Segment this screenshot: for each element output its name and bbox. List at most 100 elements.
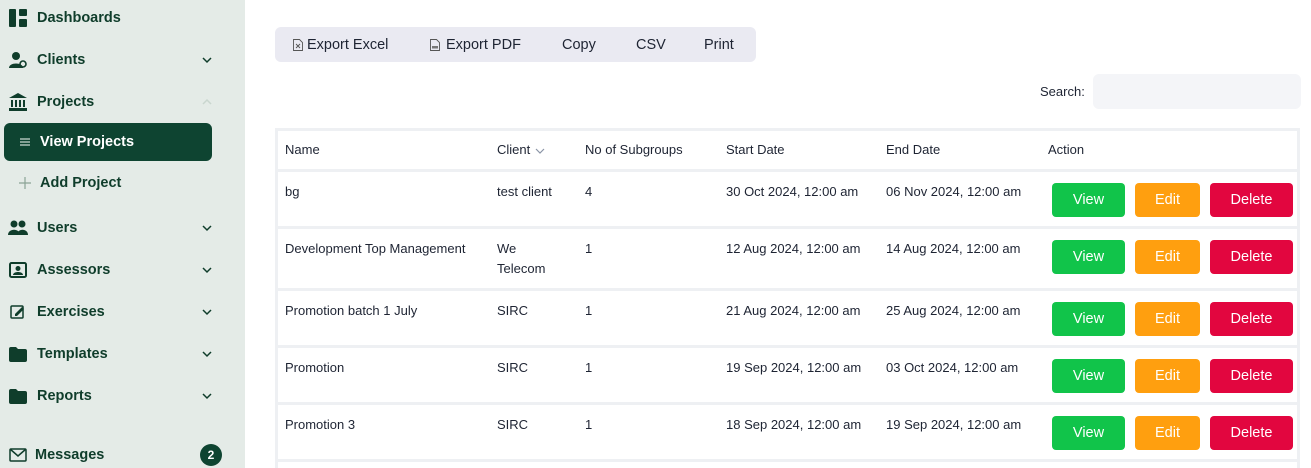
bank-icon [8,92,28,112]
header-action: Action [1048,142,1085,157]
cell-name: Promotion 3 [285,417,356,432]
csv-button[interactable]: CSV [636,27,666,62]
header-name[interactable]: Name [285,140,320,160]
csv-label: CSV [636,36,666,53]
list-icon [20,138,30,146]
view-button[interactable]: View [1052,302,1125,336]
excel-file-icon [293,38,303,51]
cell-client: test client [497,184,552,199]
print-label: Print [704,36,734,53]
header-start-date[interactable]: Start Date [726,140,785,160]
cell-end-date: 25 Aug 2024, 12:00 am [886,303,1021,318]
cell-subgroups: 1 [585,241,593,256]
nav-dashboards[interactable]: Dashboards [0,3,245,33]
delete-button[interactable]: Delete [1210,416,1293,450]
edit-icon [8,302,28,322]
cell-start-date: 21 Aug 2024, 12:00 am [726,303,861,318]
nav-assessors-label: Assessors [37,262,111,278]
export-excel-button[interactable]: Export Excel [293,27,388,62]
cell-client-line1: We [497,241,517,256]
nav-add-project-label: Add Project [40,175,122,191]
nav-reports-label: Reports [37,388,92,404]
nav-clients[interactable]: Clients [0,45,245,75]
export-pdf-button[interactable]: Export PDF [430,27,521,62]
nav-templates-label: Templates [37,346,108,362]
folder-icon [8,386,28,406]
nav-exercises-label: Exercises [37,304,105,320]
export-pdf-label: Export PDF [446,36,521,53]
copy-button[interactable]: Copy [562,27,596,62]
cell-subgroups: 1 [585,303,593,318]
chevron-down-icon[interactable] [200,53,214,67]
delete-button[interactable]: Delete [1210,240,1293,274]
header-subgroups[interactable]: No of Subgroups [585,140,683,160]
delete-button[interactable]: Delete [1210,183,1293,217]
view-button[interactable]: View [1052,183,1125,217]
chevron-up-icon[interactable] [200,95,214,109]
header-end-date[interactable]: End Date [886,140,940,160]
cell-end-date: 14 Aug 2024, 12:00 am [886,241,1021,256]
nav-add-project[interactable]: Add Project [4,164,212,202]
sidebar: Dashboards Clients Projects View Project… [0,0,245,468]
header-client[interactable]: Client [497,140,545,160]
chevron-down-icon[interactable] [200,347,214,361]
view-button[interactable]: View [1052,240,1125,274]
cell-client: We Telecom [497,239,545,279]
copy-label: Copy [562,36,596,53]
nav-users[interactable]: Users [0,213,245,243]
table-row: Promotion 3 SIRC 1 18 Sep 2024, 12:00 am… [278,405,1300,462]
nav-exercises[interactable]: Exercises [0,297,245,327]
cell-subgroups: 1 [585,360,593,375]
delete-button[interactable]: Delete [1210,359,1293,393]
delete-button[interactable]: Delete [1210,302,1293,336]
edit-button[interactable]: Edit [1135,183,1200,217]
cell-name: bg [285,184,300,199]
nav-view-projects-label: View Projects [40,134,135,150]
nav-dashboards-label: Dashboards [37,10,121,26]
table-header-row: Name Client No of Subgroups Start Date E… [278,131,1300,172]
chevron-down-icon[interactable] [200,389,214,403]
export-excel-label: Export Excel [307,36,389,53]
cell-name: Promotion [285,360,345,375]
nav-templates[interactable]: Templates [0,339,245,369]
nav-clients-label: Clients [37,52,86,68]
nav-assessors[interactable]: Assessors [0,255,245,285]
folder-icon [8,344,28,364]
messages-count-badge: 2 [200,444,222,466]
search-input[interactable] [1093,74,1301,109]
nav-view-projects[interactable]: View Projects [4,123,212,161]
envelope-icon [8,445,28,465]
view-button[interactable]: View [1052,359,1125,393]
chevron-down-icon[interactable] [200,305,214,319]
search-label: Search: [1040,84,1085,99]
edit-button[interactable]: Edit [1135,240,1200,274]
cell-start-date: 18 Sep 2024, 12:00 am [726,417,862,432]
cell-subgroups: 1 [585,417,593,432]
cell-start-date: 19 Sep 2024, 12:00 am [726,360,862,375]
edit-button[interactable]: Edit [1135,359,1200,393]
edit-button[interactable]: Edit [1135,416,1200,450]
chevron-down-icon[interactable] [200,263,214,277]
print-button[interactable]: Print [704,27,734,62]
nav-projects-label: Projects [37,94,95,110]
nav-projects[interactable]: Projects [0,87,245,117]
cell-subgroups: 4 [585,184,593,199]
cell-end-date: 03 Oct 2024, 12:00 am [886,360,1019,375]
id-card-icon [8,260,28,280]
client-icon [8,50,28,70]
cell-end-date: 19 Sep 2024, 12:00 am [886,417,1022,432]
table-row: Promotion SIRC 1 19 Sep 2024, 12:00 am 0… [278,348,1300,405]
nav-reports[interactable]: Reports [0,381,245,411]
chevron-down-icon[interactable] [200,221,214,235]
table-row: Promotion batch 1 July SIRC 1 21 Aug 202… [278,291,1300,348]
cell-name: Development Top Management [285,241,466,256]
projects-table: Name Client No of Subgroups Start Date E… [275,128,1300,468]
edit-button[interactable]: Edit [1135,302,1200,336]
app: Dashboards Clients Projects View Project… [0,0,1311,468]
nav-messages-label: Messages [35,447,105,463]
nav-messages[interactable]: Messages 2 [0,440,245,468]
header-client-label: Client [497,142,531,157]
view-button[interactable]: View [1052,416,1125,450]
pdf-file-icon [430,38,440,51]
nav-users-label: Users [37,220,78,236]
